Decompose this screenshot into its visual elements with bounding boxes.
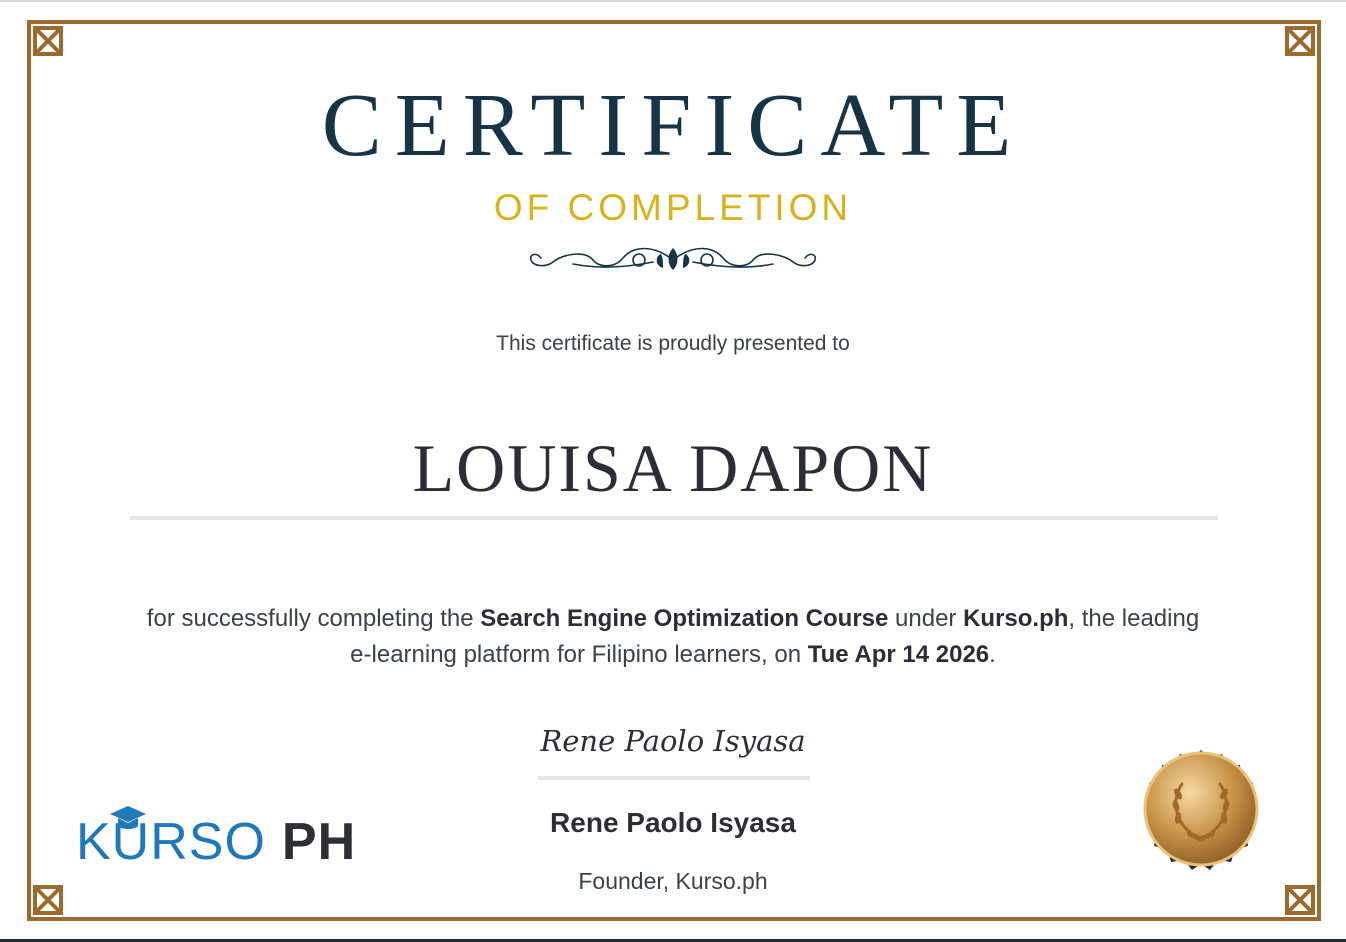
kurso-logo: KURSO PH: [76, 806, 357, 872]
name-underline: [130, 516, 1218, 520]
recipient-name: LOUISA DAPON: [412, 430, 934, 506]
flourish-divider-icon: [529, 247, 817, 270]
logo-brand-text: KURSO: [76, 813, 266, 871]
gold-seal-laurel-icon: [1143, 750, 1259, 870]
statement-text: .: [989, 641, 996, 668]
statement-text: under: [888, 605, 964, 632]
course-name: Search Engine Optimization Course: [480, 605, 889, 632]
corner-ornament-icon: [1273, 20, 1321, 68]
corner-ornament-icon: [27, 20, 75, 68]
presented-to-text: This certificate is proudly presented to: [496, 332, 850, 355]
certificate-subtitle: OF COMPLETION: [493, 187, 853, 228]
certificate-title: CERTIFICATE: [321, 76, 1025, 175]
completion-statement: for successfully completing the Search E…: [140, 601, 1206, 673]
completion-date: Tue Apr 14 2026: [807, 641, 990, 668]
graduation-cap-icon: [110, 806, 146, 829]
statement-text: for successfully completing the: [146, 605, 481, 632]
platform-name: Kurso.ph: [963, 605, 1069, 632]
logo-suffix-text: PH: [281, 813, 357, 871]
signature-line: [538, 776, 810, 780]
